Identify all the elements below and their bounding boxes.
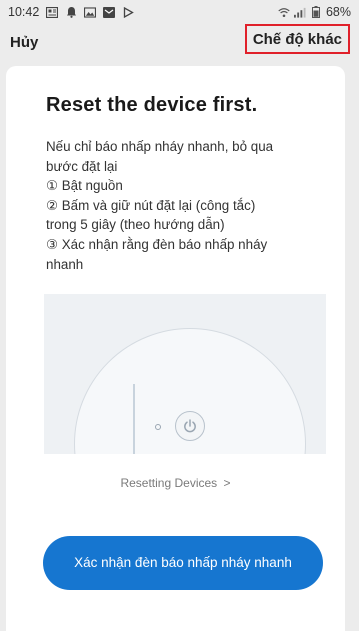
- chevron-right-icon: >: [223, 476, 231, 490]
- instruction-step-1: ① Bật nguồn: [46, 178, 123, 194]
- signal-icon: [293, 6, 306, 18]
- instruction-line: nhanh: [46, 256, 84, 272]
- device-panel: [133, 384, 265, 454]
- reset-instructions: Nếu chỉ báo nhấp nháy nhanh, bỏ qua bước…: [46, 137, 321, 274]
- status-time: 10:42: [8, 5, 40, 19]
- gallery-icon: [84, 6, 97, 18]
- reset-instructions-card: Reset the device first. Nếu chỉ báo nhấp…: [6, 66, 345, 631]
- power-button-icon: [175, 411, 205, 441]
- page-title: Reset the device first.: [46, 94, 258, 116]
- top-navigation-bar: Hủy Chế độ khác: [0, 24, 359, 60]
- mail-icon: [103, 6, 116, 18]
- battery-percent: 68%: [325, 5, 351, 19]
- play-icon: [122, 6, 134, 18]
- confirm-button-label: Xác nhận đèn báo nhấp nháy nhanh: [74, 555, 292, 570]
- instruction-step-2: ② Bấm và giữ nút đặt lại (công tắc): [46, 197, 256, 213]
- other-mode-button[interactable]: Chế độ khác: [244, 24, 350, 54]
- news-icon: [46, 6, 59, 18]
- instruction-line: bước đặt lại: [46, 158, 118, 174]
- indicator-light-icon: [155, 424, 161, 430]
- instruction-step-3: ③ Xác nhận rằng đèn báo nhấp nháy: [46, 236, 268, 252]
- status-left: 10:42: [8, 5, 134, 19]
- instruction-line: Nếu chỉ báo nhấp nháy nhanh, bỏ qua: [46, 139, 274, 154]
- resetting-devices-link[interactable]: Resetting Devices >: [6, 476, 345, 490]
- instruction-line: trong 5 giây (theo hướng dẫn): [46, 217, 225, 233]
- status-bar: 10:42 68%: [0, 0, 359, 24]
- other-mode-label: Chế độ khác: [252, 30, 342, 48]
- device-reset-illustration: [44, 294, 326, 454]
- status-right: 68%: [278, 5, 351, 19]
- device-outline: [74, 328, 306, 454]
- cancel-button[interactable]: Hủy: [10, 34, 38, 51]
- notification-bell-icon: [65, 6, 77, 18]
- wifi-icon: [278, 6, 290, 18]
- battery-icon: [310, 6, 322, 18]
- confirm-fast-blink-button[interactable]: Xác nhận đèn báo nhấp nháy nhanh: [43, 536, 323, 590]
- resetting-devices-label: Resetting Devices: [120, 476, 218, 490]
